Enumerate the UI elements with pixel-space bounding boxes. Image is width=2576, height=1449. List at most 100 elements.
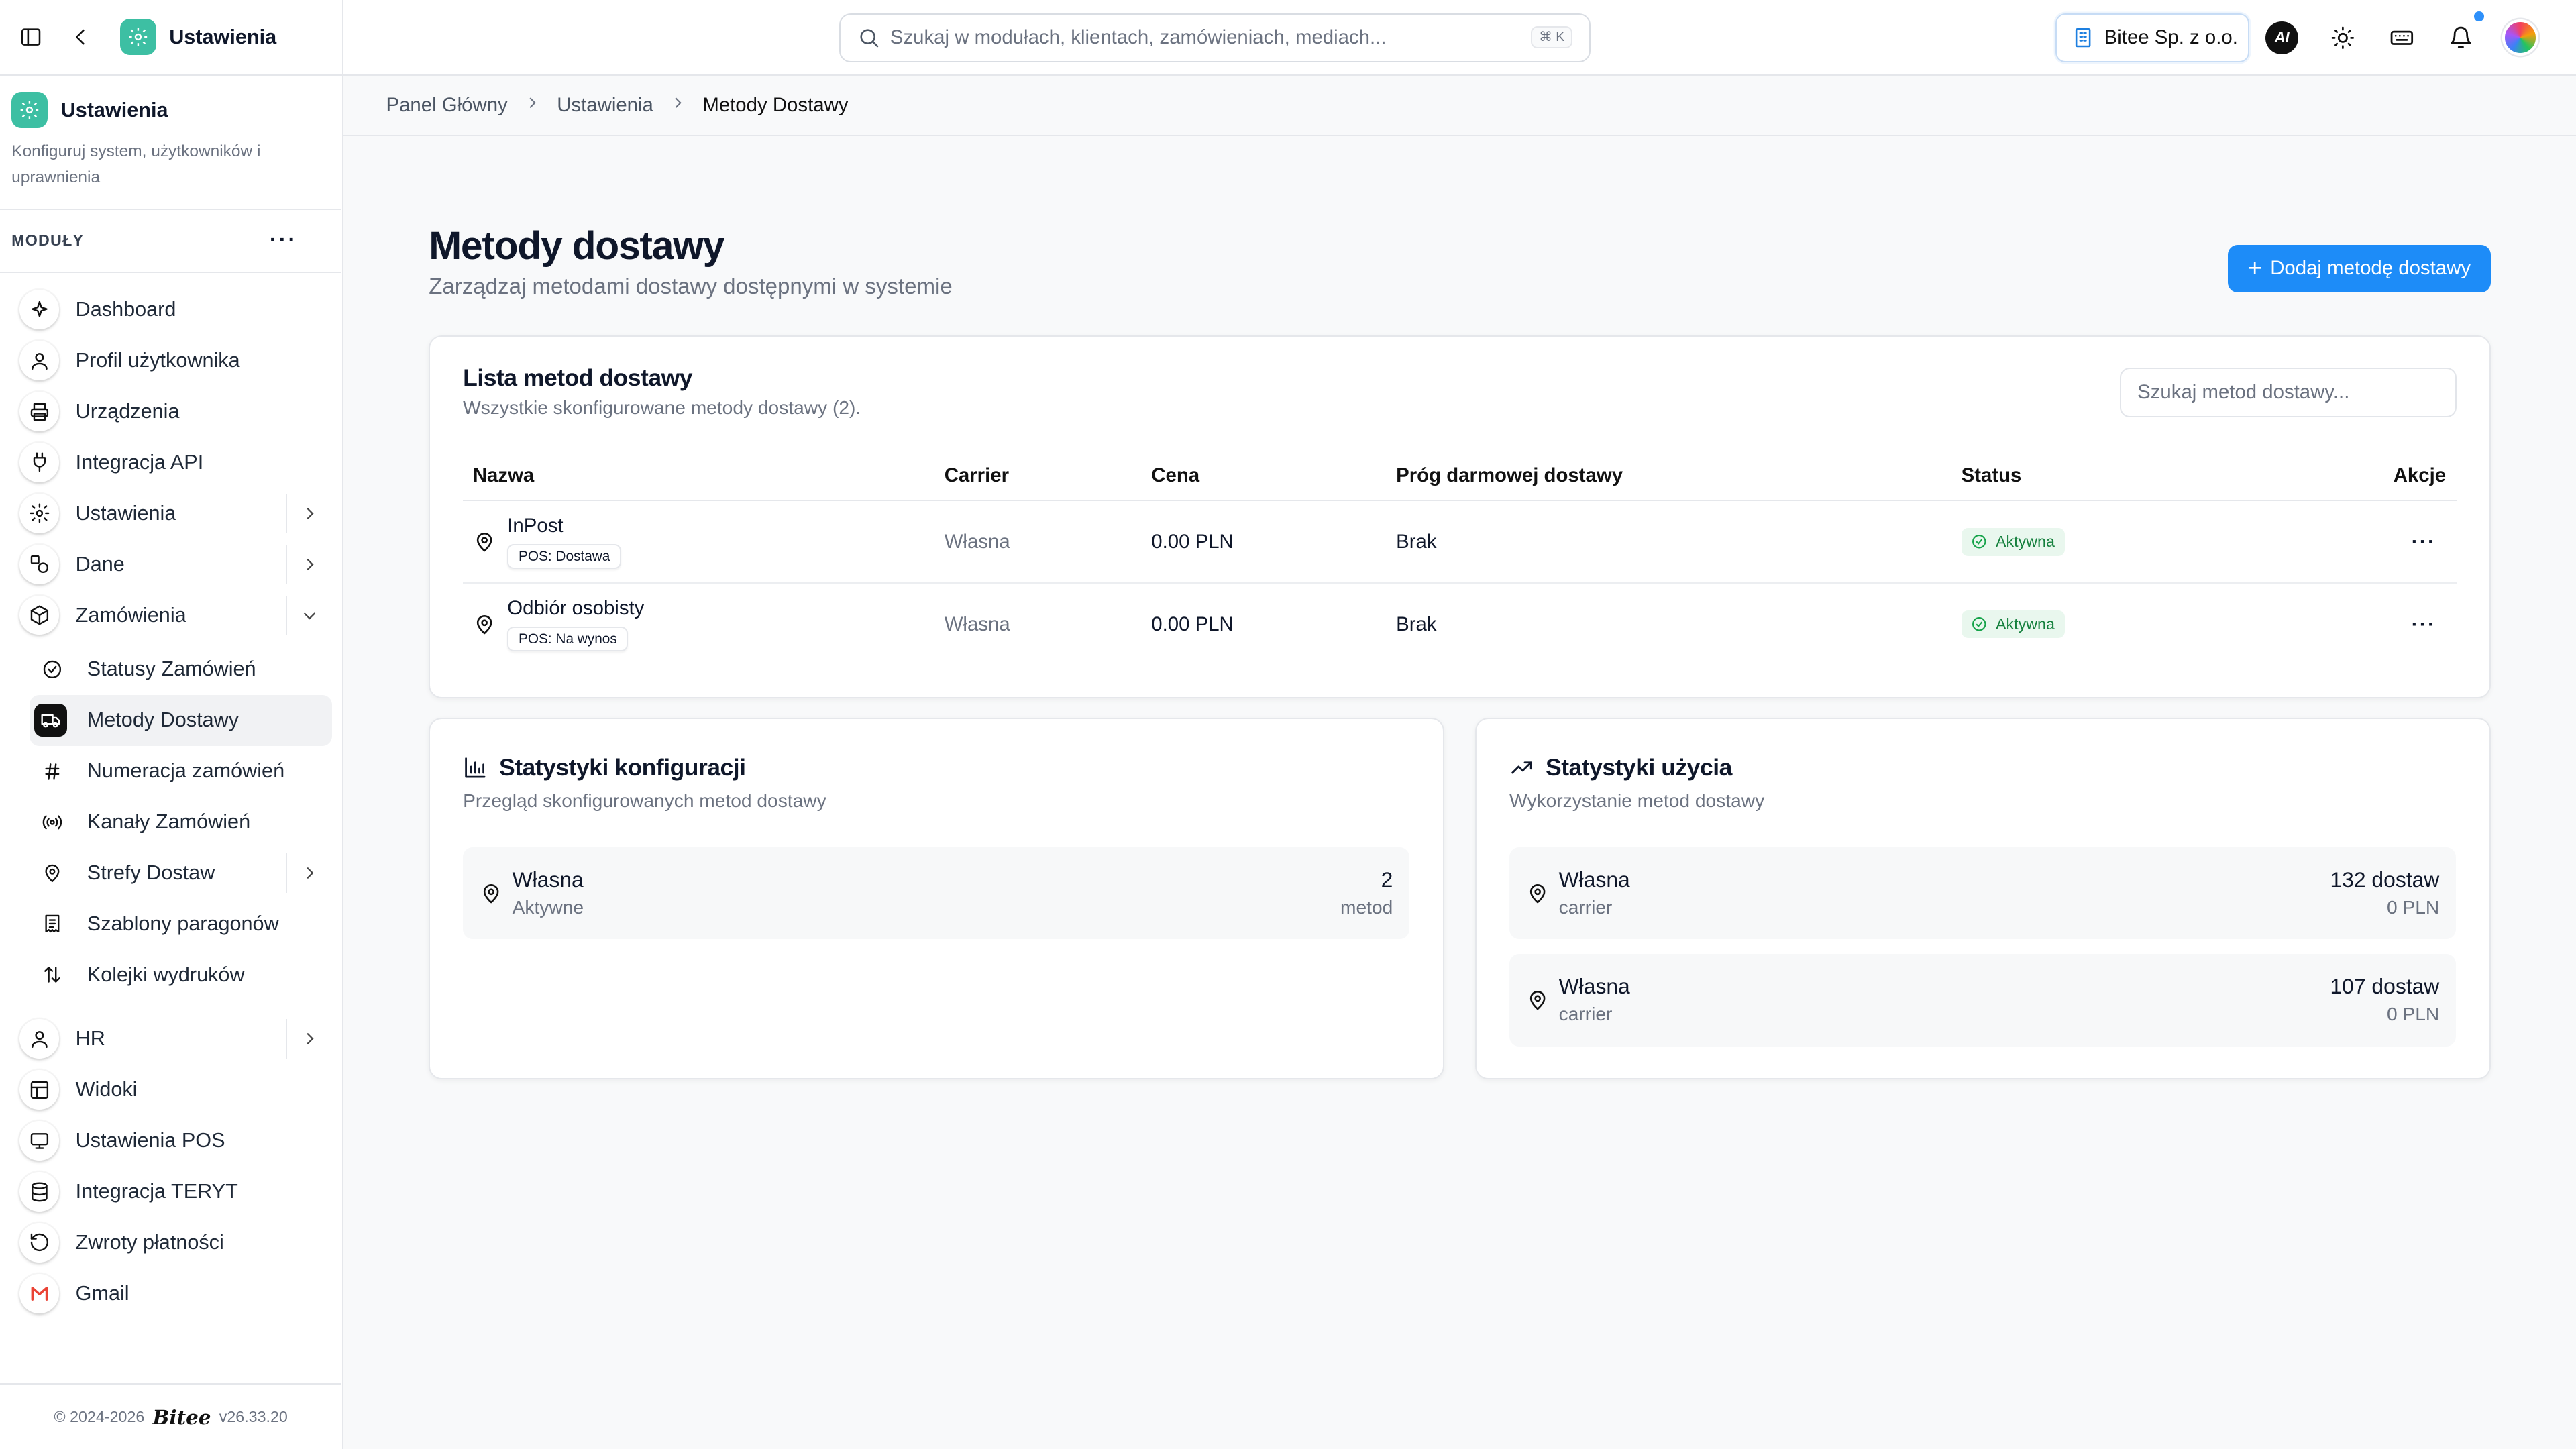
col-actions: Akcje (2279, 451, 2458, 502)
sidebar-item-label: Integracja API (75, 450, 204, 474)
chevron-right-icon[interactable] (286, 1019, 332, 1059)
sidebar-footer: © 2024-2026 Bitee v26.33.20 (0, 1383, 342, 1449)
pos-badge: POS: Na wynos (507, 626, 629, 652)
sidebar-subitem-print-queues[interactable]: Kolejki wydruków (0, 949, 341, 1000)
sidebar-item-devices[interactable]: Urządzenia (0, 386, 341, 437)
check-circle-icon (1972, 535, 1986, 549)
breadcrumb-home[interactable]: Panel Główny (386, 94, 508, 117)
table-row[interactable]: Odbiór osobisty POS: Na wynos Własna 0.0… (463, 583, 2457, 665)
building-icon (2072, 26, 2094, 49)
back-chevron-icon[interactable] (67, 24, 93, 50)
app-version: v26.33.20 (219, 1407, 288, 1426)
app-title: Ustawienia (169, 25, 277, 48)
chevron-right-icon[interactable] (286, 853, 332, 893)
sidebar-item-pos-settings[interactable]: Ustawienia POS (0, 1116, 341, 1167)
stat-name: Własna (1558, 867, 1630, 892)
sidebar-subitem-label: Metody Dostawy (87, 708, 239, 732)
keyboard-icon[interactable] (2383, 19, 2420, 56)
sidebar-item-label: Ustawienia (75, 501, 176, 525)
avatar[interactable] (2502, 19, 2538, 56)
sidebar-item-settings[interactable]: Ustawienia (0, 488, 341, 539)
sidebar-item-dashboard[interactable]: Dashboard (0, 284, 341, 335)
sidebar-subitem-label: Kanały Zamówień (87, 810, 251, 834)
stat-name: Własna (512, 867, 584, 892)
sidebar: Ustawienia Ustawienia Konfiguruj system,… (0, 0, 343, 1449)
plug-icon (19, 442, 60, 482)
sun-icon[interactable] (2324, 19, 2361, 56)
sidebar-subitem-order-numbering[interactable]: Numeracja zamówień (0, 746, 341, 797)
sidebar-subitem-receipt-templates[interactable]: Szablony paragonów (0, 898, 341, 949)
stat-value: 2 (1381, 867, 1393, 892)
sparkles-icon (19, 290, 60, 329)
usage-stats-card: Statystyki użycia Wykorzystanie metod do… (1475, 718, 2491, 1079)
add-delivery-method-button[interactable]: + Dodaj metodę dostawy (2227, 244, 2491, 292)
modules-more-icon[interactable]: ··· (270, 227, 319, 254)
sidebar-subitem-delivery-methods[interactable]: Metody Dostawy (30, 694, 332, 746)
method-threshold: Brak (1386, 500, 1951, 584)
rotate-ccw-icon (19, 1223, 60, 1263)
check-circle-icon (36, 653, 69, 686)
notification-dot (2474, 11, 2484, 21)
module-description: Konfiguruj system, użytkowników i uprawn… (11, 142, 261, 186)
company-switcher[interactable]: Bitee Sp. z o.o. (2055, 13, 2249, 63)
row-actions-menu-icon[interactable]: ··· (2280, 583, 2458, 665)
config-stats-desc: Przegląd skonfigurowanych metod dostawy (463, 790, 826, 811)
sidebar-toggle-icon[interactable] (18, 24, 44, 50)
method-name: Odbiór osobisty (507, 596, 645, 619)
sidebar-item-refunds[interactable]: Zwroty płatności (0, 1217, 341, 1268)
status-badge: Aktywna (1961, 610, 2065, 639)
sidebar-item-hr[interactable]: HR (0, 1014, 341, 1065)
sidebar-subitem-label: Numeracja zamówień (87, 759, 285, 783)
sidebar-item-gmail[interactable]: Gmail (0, 1268, 341, 1319)
map-pin-icon (1526, 989, 1549, 1012)
stat-value: 132 dostaw (2330, 867, 2440, 892)
chevron-down-icon[interactable] (286, 595, 332, 635)
trending-up-icon (1509, 755, 1534, 780)
table-row[interactable]: InPost POS: Dostawa Własna 0.00 PLN Brak… (463, 500, 2458, 584)
sidebar-item-profile[interactable]: Profil użytkownika (0, 335, 341, 386)
sidebar-subitem-order-statuses[interactable]: Statusy Zamówień (0, 644, 341, 695)
col-name[interactable]: Nazwa (463, 451, 935, 502)
sidebar-item-data[interactable]: Dane (0, 539, 341, 590)
sidebar-subitem-label: Statusy Zamówień (87, 657, 256, 681)
ai-assistant-button[interactable]: AI (2265, 21, 2299, 54)
copyright: © 2024-2026 (54, 1407, 145, 1426)
chevron-right-icon[interactable] (286, 544, 332, 584)
col-price[interactable]: Cena (1141, 451, 1387, 502)
breadcrumb: Panel Główny Ustawienia Metody Dostawy (343, 75, 2576, 137)
table-header-row: Nazwa Carrier Cena Próg darmowej dostawy… (463, 451, 2458, 502)
chevron-right-icon[interactable] (286, 493, 332, 533)
user-icon (19, 1019, 60, 1059)
row-actions-menu-icon[interactable]: ··· (2279, 500, 2458, 584)
col-carrier[interactable]: Carrier (934, 451, 1142, 502)
stat-sub: carrier (1558, 896, 1613, 918)
arrows-up-down-icon (36, 959, 69, 991)
map-pin-icon (473, 613, 496, 636)
stat-sub: carrier (1558, 1003, 1613, 1024)
list-search-input[interactable]: Szukaj metod dostawy... (2119, 368, 2457, 417)
breadcrumb-current: Metody Dostawy (702, 93, 849, 116)
stat-row: Własna Aktywne 2 metod (463, 847, 1409, 940)
stat-amount: 0 PLN (2387, 1003, 2440, 1024)
bell-icon[interactable] (2443, 19, 2479, 56)
breadcrumb-settings[interactable]: Ustawienia (557, 94, 653, 117)
sidebar-item-orders[interactable]: Zamówienia (0, 590, 341, 641)
sidebar-subitem-delivery-zones[interactable]: Strefy Dostaw (0, 848, 341, 899)
method-carrier: Własna (934, 500, 1142, 584)
sidebar-item-label: HR (75, 1027, 105, 1051)
sidebar-item-views[interactable]: Widoki (0, 1065, 341, 1116)
col-status[interactable]: Status (1951, 451, 2280, 502)
status-badge: Aktywna (1961, 527, 2065, 556)
sidebar-subitem-label: Kolejki wydruków (87, 963, 245, 986)
config-stats-card: Statystyki konfiguracji Przegląd skonfig… (429, 718, 1444, 1079)
sidebar-item-teryt[interactable]: Integracja TERYT (0, 1167, 341, 1218)
page-subtitle: Zarządzaj metodami dostawy dostępnymi w … (429, 274, 953, 299)
status-label: Aktywna (1996, 533, 2055, 551)
sidebar-item-label: Widoki (75, 1078, 138, 1102)
col-threshold[interactable]: Próg darmowej dostawy (1386, 451, 1951, 502)
global-search-input[interactable]: Szukaj w modułach, klientach, zamówienia… (839, 13, 1591, 63)
sidebar-item-api[interactable]: Integracja API (0, 437, 341, 488)
sidebar-subitem-order-channels[interactable]: Kanały Zamówień (0, 797, 341, 848)
chevron-right-icon (524, 94, 540, 117)
receipt-icon (36, 908, 69, 941)
